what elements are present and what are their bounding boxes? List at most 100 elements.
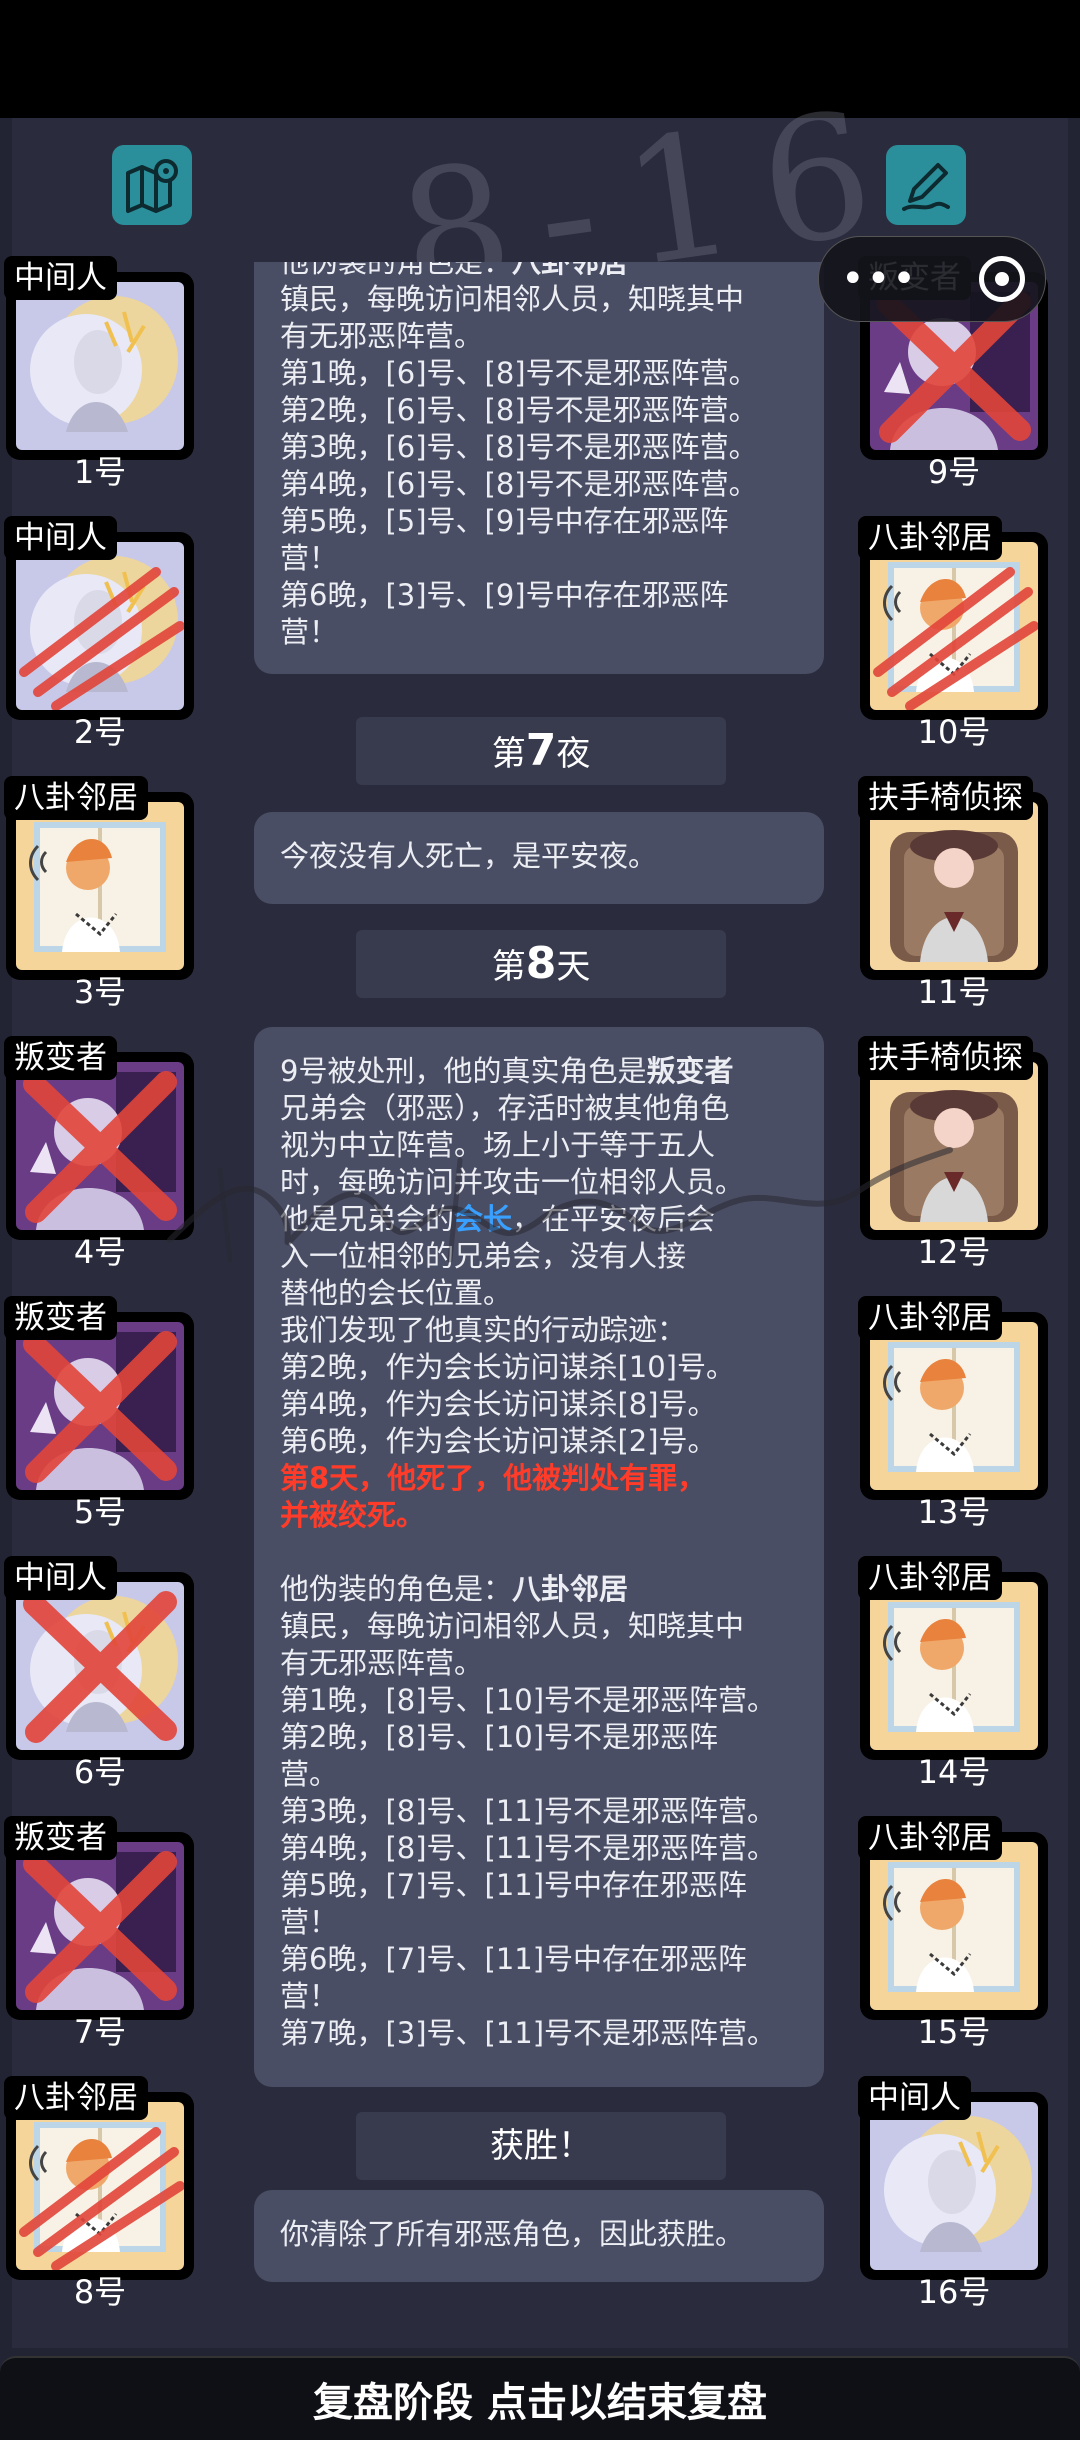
- log-line: 有无邪恶阵营。: [280, 1646, 484, 1680]
- player-number: 15号: [917, 2013, 991, 2051]
- role-label: 叛变者: [4, 1296, 117, 1340]
- map-button[interactable]: [112, 145, 192, 225]
- victory-header: 获胜！: [356, 2112, 726, 2180]
- night-7-header: 第7夜: [356, 717, 726, 785]
- log-line: 第5晚，[7]号、[11]号中存在邪恶阵: [280, 1868, 748, 1902]
- log-line: 营！: [280, 615, 339, 649]
- log-line: 有无邪恶阵营。: [280, 319, 484, 353]
- role-label: 八卦邻居: [858, 1556, 1002, 1600]
- role-label: 中间人: [4, 516, 117, 560]
- role-label: 八卦邻居: [858, 1296, 1002, 1340]
- player-number: 10号: [917, 713, 991, 751]
- gossip-portrait: [870, 1582, 1038, 1750]
- player-card[interactable]: 八卦邻居 3号: [0, 776, 200, 1010]
- player-number: 5号: [73, 1493, 127, 1531]
- log-line: 第1晚，[6]号、[8]号不是邪恶阵营。: [280, 356, 758, 390]
- log-line: 第1晚，[8]号、[10]号不是邪恶阵营。: [280, 1683, 777, 1717]
- log-line: 第2晚，[6]号、[8]号不是邪恶阵营。: [280, 393, 758, 427]
- log-line: 第3晚，[6]号、[8]号不是邪恶阵营。: [280, 430, 758, 464]
- log-line: 第5晚，[5]号、[9]号中存在邪恶阵: [280, 504, 729, 538]
- middle-portrait: [16, 542, 184, 710]
- middle-portrait: [870, 2102, 1038, 2270]
- pen-edit-icon: [902, 163, 950, 211]
- log-line: 视为中立阵营。场上小于等于五人: [280, 1128, 716, 1162]
- log-line: 营。: [280, 1757, 339, 1791]
- day-8-header: 第8天: [356, 930, 726, 998]
- more-dots-icon[interactable]: •••: [841, 259, 918, 299]
- notes-button[interactable]: [886, 145, 966, 225]
- player-card[interactable]: 叛变者 5号: [0, 1296, 200, 1530]
- log-line: 兄弟会（邪恶），存活时被其他角色: [280, 1091, 730, 1125]
- log-line-death: 第8天，他死了，他被判处有罪，: [280, 1461, 707, 1495]
- log-bubble-execution: 9号被处刑，他的真实角色是叛变者 兄弟会（邪恶），存活时被其他角色 视为中立阵营…: [254, 1027, 824, 2087]
- player-number: 8号: [73, 2273, 127, 2311]
- player-number: 11号: [917, 973, 991, 1011]
- log-line: 营！: [280, 541, 339, 575]
- player-card[interactable]: 中间人 1号: [0, 256, 200, 490]
- traitor-portrait: [16, 1062, 184, 1230]
- player-number: 1号: [73, 453, 127, 491]
- player-card[interactable]: 扶手椅侦探 12号: [854, 1036, 1054, 1270]
- log-line: 第6晚，[7]号、[11]号中存在邪恶阵: [280, 1942, 748, 1976]
- log-line: 我们发现了他真实的行动踪迹：: [280, 1313, 687, 1347]
- player-card[interactable]: 扶手椅侦探 11号: [854, 776, 1054, 1010]
- log-line: 你清除了所有邪恶角色，因此获胜。: [280, 2217, 745, 2251]
- player-number: 16号: [917, 2273, 991, 2311]
- player-card[interactable]: 中间人 2号: [0, 516, 200, 750]
- role-label: 中间人: [4, 1556, 117, 1600]
- player-card[interactable]: 叛变者 7号: [0, 1816, 200, 2050]
- map-pin-icon: [126, 159, 178, 213]
- log-line: 镇民，每晚访问相邻人员，知晓其中: [280, 1609, 745, 1643]
- role-label: 扶手椅侦探: [858, 776, 1033, 820]
- player-number: 4号: [73, 1233, 127, 1271]
- log-line: 他是兄弟会的会长，在平安夜后会: [280, 1202, 716, 1236]
- gossip-portrait: [870, 542, 1038, 710]
- role-label: 中间人: [4, 256, 117, 300]
- mini-program-capsule[interactable]: •••: [818, 236, 1046, 322]
- role-label: 扶手椅侦探: [858, 1036, 1033, 1080]
- gossip-portrait: [870, 1322, 1038, 1490]
- log-line-death: 并被绞死。: [280, 1498, 426, 1532]
- close-target-icon[interactable]: [979, 256, 1025, 302]
- player-number: 2号: [73, 713, 127, 751]
- log-line: 第2晚，作为会长访问谋杀[10]号。: [280, 1350, 735, 1384]
- log-line: 第6晚，作为会长访问谋杀[2]号。: [280, 1424, 717, 1458]
- log-bubble-disguise: 他伪装的角色是：八卦邻居 镇民，每晚访问相邻人员，知晓其中 有无邪恶阵营。 第1…: [254, 262, 824, 674]
- role-label: 八卦邻居: [858, 516, 1002, 560]
- log-line: 第4晚，[6]号、[8]号不是邪恶阵营。: [280, 467, 758, 501]
- middle-portrait: [16, 282, 184, 450]
- log-bubble-peaceful-night: 今夜没有人死亡，是平安夜。: [254, 812, 824, 904]
- middle-portrait: [16, 1582, 184, 1750]
- log-line: 第7晚，[3]号、[11]号不是邪恶阵营。: [280, 2016, 777, 2050]
- log-line: 营！: [280, 1979, 339, 2013]
- player-card[interactable]: 叛变者 4号: [0, 1036, 200, 1270]
- end-review-button[interactable]: 复盘阶段 点击以结束复盘: [0, 2356, 1080, 2440]
- game-log[interactable]: 他伪装的角色是：八卦邻居 镇民，每晚访问相邻人员，知晓其中 有无邪恶阵营。 第1…: [230, 262, 846, 2302]
- player-number: 14号: [917, 1753, 991, 1791]
- log-line: 他伪装的角色是：八卦邻居: [280, 262, 629, 279]
- role-label: 八卦邻居: [858, 1816, 1002, 1860]
- player-card[interactable]: 八卦邻居 14号: [854, 1556, 1054, 1790]
- player-number: 6号: [73, 1753, 127, 1791]
- log-line: 9号被处刑，他的真实角色是叛变者: [280, 1054, 734, 1088]
- log-line: 替他的会长位置。: [280, 1276, 513, 1310]
- role-label: 八卦邻居: [4, 2076, 148, 2120]
- log-line: 今夜没有人死亡，是平安夜。: [280, 839, 658, 873]
- player-card[interactable]: 八卦邻居 13号: [854, 1296, 1054, 1530]
- log-line: 第2晚，[8]号、[10]号不是邪恶阵: [280, 1720, 719, 1754]
- log-bubble-victory: 你清除了所有邪恶角色，因此获胜。: [254, 2190, 824, 2282]
- gossip-portrait: [16, 2102, 184, 2270]
- player-card[interactable]: 八卦邻居 15号: [854, 1816, 1054, 2050]
- player-number: 9号: [927, 453, 981, 491]
- player-number: 13号: [917, 1493, 991, 1531]
- player-card[interactable]: 八卦邻居 10号: [854, 516, 1054, 750]
- player-card[interactable]: 八卦邻居 8号: [0, 2076, 200, 2310]
- log-line: 第4晚，作为会长访问谋杀[8]号。: [280, 1387, 717, 1421]
- player-number: 12号: [917, 1233, 991, 1271]
- log-line: 时，每晚访问并攻击一位相邻人员。: [280, 1165, 745, 1199]
- player-card[interactable]: 中间人 16号: [854, 2076, 1054, 2310]
- log-line: 第4晚，[8]号、[11]号不是邪恶阵营。: [280, 1831, 777, 1865]
- log-spacer: [280, 1534, 802, 1571]
- log-line: 第6晚，[3]号、[9]号中存在邪恶阵: [280, 578, 729, 612]
- player-card[interactable]: 中间人 6号: [0, 1556, 200, 1790]
